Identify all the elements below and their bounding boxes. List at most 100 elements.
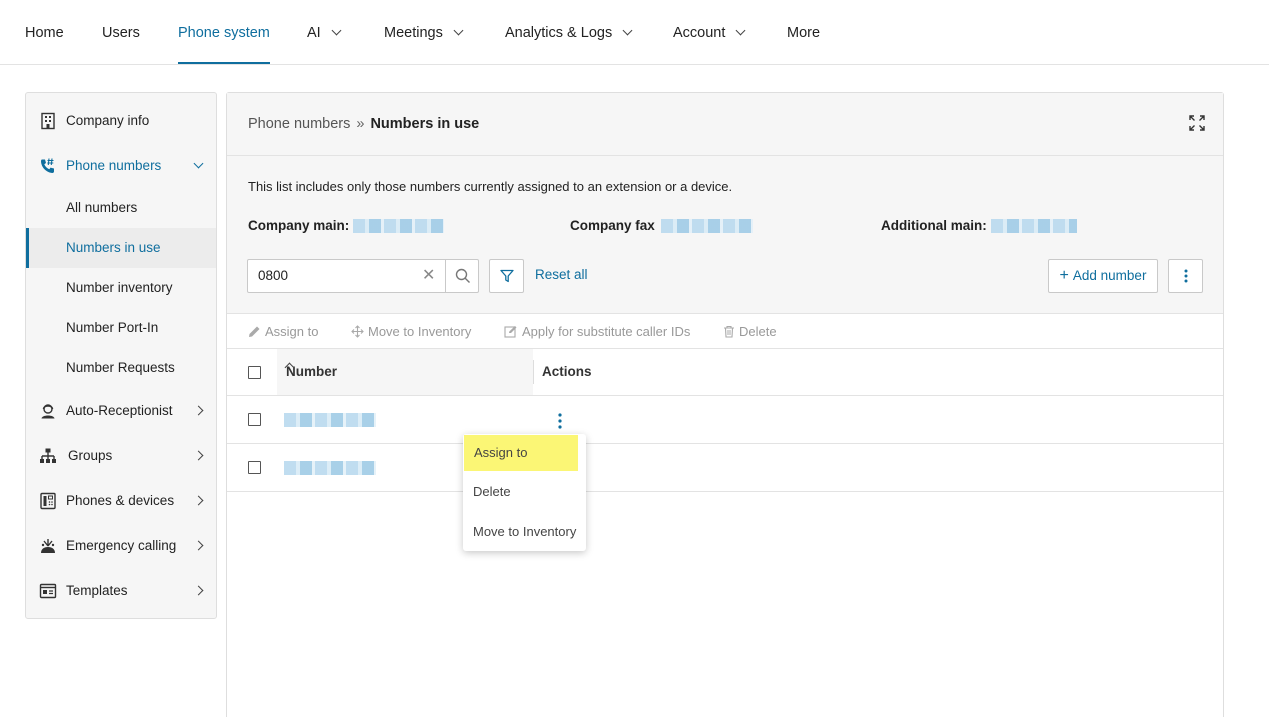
building-icon — [41, 112, 55, 130]
filter-icon — [500, 269, 514, 283]
sidebar-item-auto-receptionist[interactable]: Auto-Receptionist — [26, 392, 216, 430]
chevron-right-icon — [193, 450, 204, 461]
column-number-header[interactable]: Number — [277, 349, 533, 395]
table-row — [227, 444, 1223, 492]
menu-item-move-to-inventory[interactable]: Move to Inventory — [463, 514, 586, 550]
search-button[interactable] — [445, 260, 478, 292]
redacted-number — [353, 219, 445, 234]
row-checkbox[interactable] — [248, 461, 261, 474]
column-divider — [533, 360, 534, 384]
assign-to-action[interactable]: Assign to — [248, 324, 318, 339]
chevron-right-icon — [193, 540, 204, 551]
add-number-label: Add number — [1072, 268, 1147, 283]
sidebar: Company info Phone numbers All numbers N… — [25, 92, 217, 619]
reset-all-link[interactable]: Reset all — [535, 267, 588, 282]
org-chart-icon — [40, 448, 56, 463]
row-checkbox[interactable] — [248, 413, 261, 426]
redacted-number — [990, 219, 1077, 234]
sidebar-item-groups[interactable]: Groups — [26, 437, 216, 475]
panel-header: Phone numbers » Numbers in use — [227, 93, 1223, 156]
chevron-right-icon — [193, 585, 204, 596]
breadcrumb: Phone numbers » Numbers in use — [248, 116, 479, 132]
company-main-label: Company main: — [248, 218, 350, 233]
receptionist-icon — [41, 404, 55, 419]
breadcrumb-current: Numbers in use — [370, 116, 480, 132]
redacted-number[interactable] — [284, 413, 376, 427]
nav-account-label: Account — [673, 25, 726, 41]
move-to-inventory-label: Move to Inventory — [368, 324, 472, 339]
delete-action[interactable]: Delete — [723, 324, 777, 339]
fullscreen-icon[interactable] — [1189, 115, 1205, 131]
company-fax: Company fax — [570, 218, 753, 234]
additional-main-label: Additional main: — [881, 218, 987, 233]
phone-hash-icon — [41, 158, 54, 173]
chevron-right-icon — [193, 405, 204, 416]
breadcrumb-separator: » — [356, 116, 365, 132]
breadcrumb-parent[interactable]: Phone numbers — [248, 116, 350, 132]
sidebar-item-label: Groups — [68, 448, 113, 463]
sidebar-item-phones-devices[interactable]: Phones & devices — [26, 482, 216, 520]
nav-account[interactable]: Account — [673, 0, 746, 64]
sidebar-subitem-all-numbers[interactable]: All numbers — [26, 188, 216, 228]
more-options-button[interactable] — [1168, 259, 1203, 293]
additional-main: Additional main: — [881, 218, 1077, 234]
nav-users[interactable]: Users — [102, 0, 140, 64]
sidebar-item-label: Templates — [66, 583, 128, 598]
sidebar-subitem-number-requests[interactable]: Number Requests — [26, 348, 216, 388]
sidebar-item-label: Auto-Receptionist — [66, 403, 173, 418]
row-actions-kebab-icon[interactable] — [553, 412, 567, 430]
sidebar-item-label: Phone numbers — [66, 158, 162, 173]
column-actions-label: Actions — [542, 364, 592, 379]
sidebar-item-templates[interactable]: Templates — [26, 572, 216, 610]
company-main: Company main: — [248, 218, 445, 234]
nav-meetings-label: Meetings — [384, 25, 443, 41]
chevron-down-icon — [193, 158, 204, 169]
add-number-button[interactable]: + Add number — [1048, 259, 1158, 293]
apply-substitute-label: Apply for substitute caller IDs — [522, 324, 691, 339]
sidebar-item-emergency-calling[interactable]: Emergency calling — [26, 527, 216, 565]
nav-more[interactable]: More — [787, 0, 820, 64]
company-fax-label: Company fax — [570, 218, 655, 233]
chevron-down-icon — [735, 25, 746, 36]
search-input[interactable] — [258, 268, 408, 283]
desk-phone-icon — [40, 492, 56, 510]
table-header: Number Actions — [227, 349, 1223, 396]
apply-substitute-action[interactable]: Apply for substitute caller IDs — [504, 324, 690, 339]
nav-phone-system[interactable]: Phone system — [178, 0, 270, 64]
move-to-inventory-action[interactable]: Move to Inventory — [351, 324, 471, 339]
sidebar-item-label: Phones & devices — [66, 493, 175, 508]
kebab-icon — [1184, 269, 1188, 283]
bulk-actions-toolbar: Assign to Move to Inventory Apply for su… — [227, 314, 1223, 349]
nav-ai[interactable]: AI — [307, 0, 342, 64]
redacted-number[interactable] — [284, 461, 376, 475]
redacted-number — [660, 219, 753, 234]
main-panel: Phone numbers » Numbers in use This list i… — [226, 92, 1224, 717]
sidebar-item-company-info[interactable]: Company info — [26, 102, 216, 140]
chevron-right-icon — [193, 495, 204, 506]
plus-icon: + — [1059, 267, 1069, 284]
delete-label: Delete — [739, 324, 777, 339]
top-navigation: Home Users Phone system AI Meetings Anal… — [0, 0, 1269, 65]
sidebar-item-label: Emergency calling — [66, 538, 177, 553]
info-area: This list includes only those numbers cu… — [227, 156, 1223, 314]
menu-item-assign-to[interactable]: Assign to — [464, 435, 578, 471]
clear-icon[interactable]: ✕ — [422, 268, 435, 284]
filter-button[interactable] — [489, 259, 524, 293]
move-icon — [351, 325, 364, 338]
nav-analytics-logs[interactable]: Analytics & Logs — [505, 0, 633, 64]
chevron-down-icon — [331, 25, 342, 36]
emergency-icon — [41, 539, 55, 553]
nav-home[interactable]: Home — [25, 0, 64, 64]
assign-to-label: Assign to — [265, 324, 319, 339]
chevron-down-icon — [622, 25, 633, 36]
menu-item-delete[interactable]: Delete — [463, 474, 586, 510]
sidebar-subitem-number-port-in[interactable]: Number Port-In — [26, 308, 216, 348]
nav-analytics-label: Analytics & Logs — [505, 25, 613, 41]
sidebar-item-phone-numbers[interactable]: Phone numbers — [26, 147, 216, 185]
select-all-checkbox[interactable] — [248, 366, 261, 379]
nav-ai-label: AI — [307, 25, 321, 41]
nav-meetings[interactable]: Meetings — [384, 0, 464, 64]
sidebar-subitem-numbers-in-use[interactable]: Numbers in use — [26, 228, 216, 268]
template-icon — [39, 583, 57, 599]
sidebar-subitem-number-inventory[interactable]: Number inventory — [26, 268, 216, 308]
